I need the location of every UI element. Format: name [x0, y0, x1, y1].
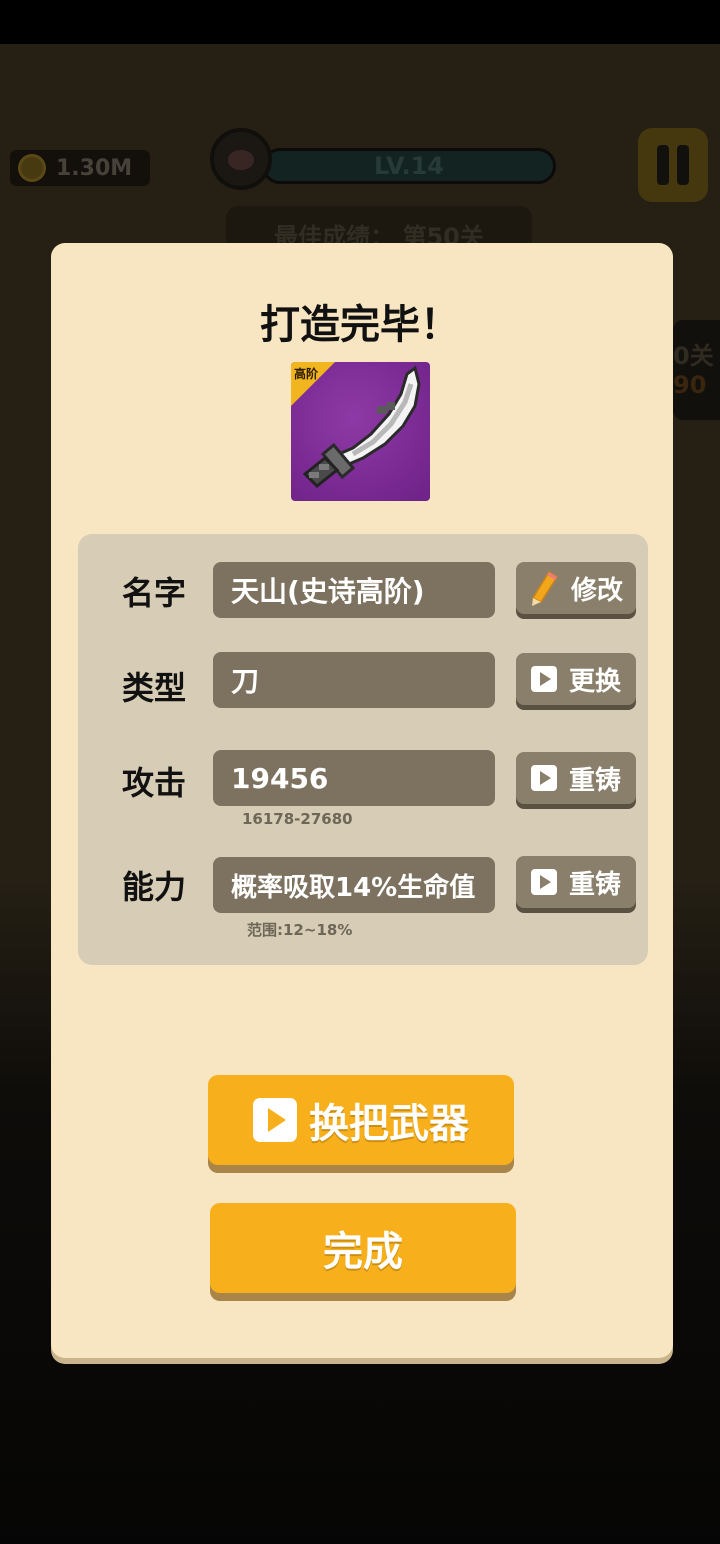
video-ad-icon — [530, 765, 557, 791]
change-type-button-label: 更换 — [568, 666, 621, 697]
dialog-title: 打造完毕！ — [260, 302, 460, 348]
done-button[interactable]: 完成 — [210, 1203, 516, 1293]
reforge-ability-button[interactable]: 重铸 — [516, 856, 636, 908]
rename-button-label: 修改 — [570, 575, 623, 606]
attack-value: 19456 — [231, 761, 329, 795]
type-field: 刀 — [213, 652, 495, 708]
change-type-button[interactable]: 更换 — [516, 653, 636, 705]
done-button-label: 完成 — [323, 1229, 403, 1275]
reforge-ability-button-label: 重铸 — [568, 869, 621, 900]
rank-badge-label: 高阶 — [294, 367, 319, 381]
reforge-attack-button[interactable]: 重铸 — [516, 752, 636, 804]
swap-weapon-button-label: 换把武器 — [309, 1101, 469, 1147]
name-value: 天山(史诗高阶) — [231, 575, 425, 608]
rename-button[interactable]: 修改 — [516, 562, 636, 614]
video-ad-icon — [530, 869, 557, 895]
ability-label: 能力 — [122, 868, 187, 906]
reforge-attack-button-label: 重铸 — [568, 765, 621, 796]
video-ad-icon — [253, 1098, 297, 1142]
attack-field: 19456 — [213, 750, 495, 806]
pencil-icon — [531, 570, 559, 606]
video-ad-icon — [530, 666, 557, 692]
ability-field: 概率吸取14%生命值 — [213, 857, 495, 913]
type-value: 刀 — [231, 665, 260, 698]
swap-weapon-button[interactable]: 换把武器 — [208, 1075, 514, 1165]
attack-label: 攻击 — [122, 764, 187, 802]
weapon-card: 高阶 — [291, 362, 430, 501]
type-label: 类型 — [122, 669, 187, 707]
name-field: 天山(史诗高阶) — [213, 562, 495, 618]
ability-range: 范围:12~18% — [247, 921, 353, 939]
status-bar — [0, 0, 720, 44]
ability-value: 概率吸取14%生命值 — [231, 872, 476, 903]
attack-range: 16178-27680 — [242, 810, 353, 828]
name-label: 名字 — [122, 574, 187, 612]
